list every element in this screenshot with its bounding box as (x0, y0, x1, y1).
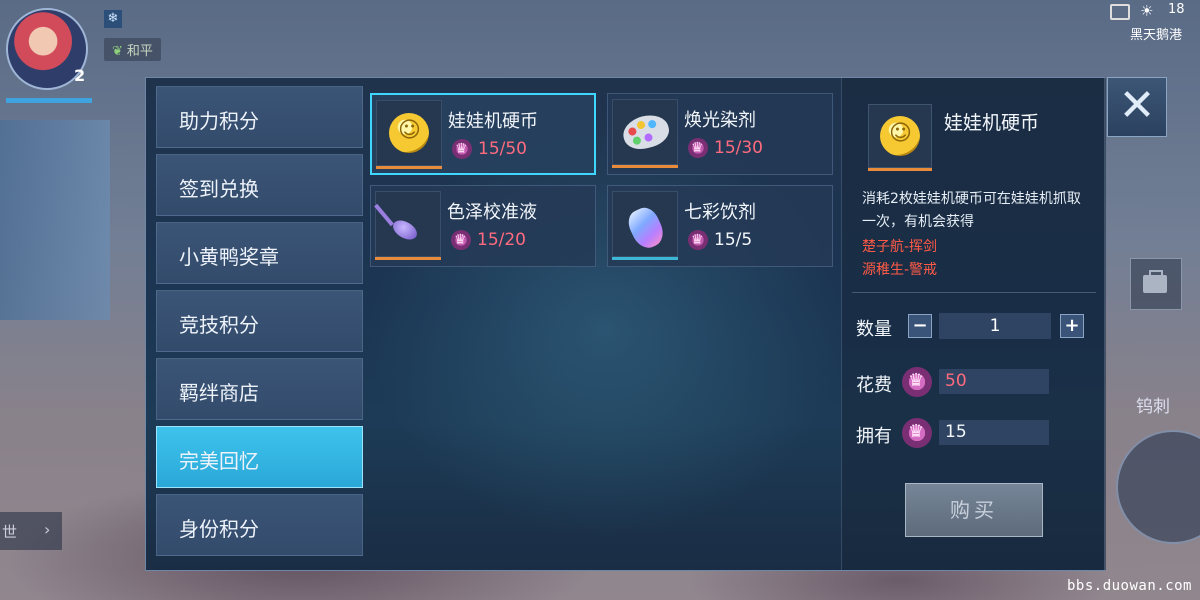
panel-glow (366, 118, 846, 538)
item-thumbnail (374, 191, 441, 257)
camera-icon[interactable] (1110, 4, 1130, 20)
reward-item: 源稚生-警戒 (862, 262, 938, 278)
item-price: 15/50 (478, 139, 527, 159)
shop-item-card[interactable]: 色泽校准液 15/20 (370, 185, 596, 267)
category-label: 竞技积分 (179, 313, 259, 337)
category-label: 完美回忆 (179, 449, 259, 473)
snowflake-icon: ❄ (104, 10, 122, 28)
cost-value: 50 (939, 369, 1049, 394)
item-name: 色泽校准液 (447, 202, 537, 223)
memory-currency-icon (688, 230, 708, 250)
category-label: 羁绊商店 (179, 381, 259, 405)
weather-sun-icon: ☀ (1140, 2, 1154, 20)
category-sidebar: 助力积分 签到兑换 小黄鸭奖章 竞技积分 羁绊商店 完美回忆 身份积分 (156, 86, 363, 562)
right-hud-label: 钨刺 (1136, 397, 1170, 417)
shop-panel: 助力积分 签到兑换 小黄鸭奖章 竞技积分 羁绊商店 完美回忆 身份积分 娃娃机硬… (145, 77, 1106, 571)
mode-badge: ❦ 和平 (104, 38, 161, 61)
detail-thumbnail (868, 104, 932, 168)
inventory-bag-button[interactable] (1130, 258, 1182, 310)
rarity-bar (376, 166, 442, 169)
rarity-bar (612, 165, 678, 168)
shop-item-card[interactable]: 焕光染剂 15/30 (607, 93, 833, 175)
quantity-minus-button[interactable]: − (908, 314, 932, 338)
item-price: 15/5 (714, 230, 753, 250)
rarity-bar (868, 168, 932, 171)
cost-label: 花费 (856, 375, 892, 396)
shop-item-card[interactable]: 七彩饮剂 15/5 (607, 185, 833, 267)
item-price: 15/30 (714, 138, 763, 158)
item-name: 焕光染剂 (684, 110, 756, 131)
watermark: bbs.duowan.com (1066, 578, 1192, 594)
category-label: 小黄鸭奖章 (179, 245, 279, 269)
own-label: 拥有 (856, 426, 892, 447)
rarity-bar (612, 257, 678, 260)
item-thumbnail (612, 99, 678, 165)
chevron-right-icon: › (44, 520, 51, 539)
chat-label: 世 (2, 523, 18, 541)
memory-currency-icon (902, 418, 932, 448)
quantity-plus-button[interactable]: + (1060, 314, 1084, 338)
memory-currency-icon (451, 230, 471, 250)
quantity-label: 数量 (856, 319, 892, 340)
coin-icon (880, 116, 920, 156)
category-item[interactable]: 签到兑换 (156, 154, 363, 216)
detail-description: 消耗2枚娃娃机硬币可在娃娃机抓取一次，有机会获得 (862, 191, 1081, 230)
ice-block (0, 120, 110, 320)
map-name: 黑天鹅港 (1129, 28, 1182, 43)
item-price: 15/20 (477, 230, 526, 250)
player-level: 2 (74, 66, 86, 85)
category-item-active[interactable]: 完美回忆 (156, 426, 363, 488)
category-item[interactable]: 羁绊商店 (156, 358, 363, 420)
bag-icon (1143, 275, 1167, 293)
category-label: 身份积分 (179, 517, 259, 541)
reward-item: 楚子航-挥剑 (862, 239, 938, 255)
time-text: 18 (1168, 2, 1185, 17)
memory-currency-icon (452, 139, 472, 159)
memory-currency-icon (688, 138, 708, 158)
health-bar (6, 98, 92, 103)
purple-vial-icon (389, 216, 421, 244)
rarity-bar (375, 257, 441, 260)
item-name: 娃娃机硬币 (448, 111, 538, 132)
memory-currency-icon (902, 367, 932, 397)
world-chat-button[interactable]: 世 › (0, 512, 62, 550)
shop-item-card[interactable]: 娃娃机硬币 15/50 (370, 93, 596, 175)
item-thumbnail (612, 191, 678, 257)
category-label: 签到兑换 (179, 177, 259, 201)
mode-badge-label: 和平 (126, 44, 153, 59)
quantity-input[interactable]: 1 (939, 313, 1051, 339)
category-label: 助力积分 (179, 109, 259, 133)
status-icons: ☀ 18 (1110, 2, 1190, 20)
item-detail-panel: 娃娃机硬币 消耗2枚娃娃机硬币可在娃娃机抓取一次，有机会获得 楚子航-挥剑 源稚… (841, 78, 1106, 570)
category-item[interactable]: 竞技积分 (156, 290, 363, 352)
item-name: 七彩饮剂 (684, 202, 756, 223)
category-item[interactable]: 助力积分 (156, 86, 363, 148)
item-thumbnail (376, 100, 442, 166)
coin-icon (389, 113, 429, 153)
divider (852, 292, 1096, 293)
category-item[interactable]: 身份积分 (156, 494, 363, 556)
close-button[interactable]: ✕ (1107, 77, 1167, 137)
category-item[interactable]: 小黄鸭奖章 (156, 222, 363, 284)
vial-neck (374, 203, 394, 227)
detail-title: 娃娃机硬币 (944, 112, 1040, 134)
rainbow-potion-icon (623, 203, 669, 253)
palette-icon (619, 110, 673, 154)
leaf-icon: ❦ (112, 44, 123, 59)
buy-button[interactable]: 购买 (905, 483, 1043, 537)
own-value: 15 (939, 420, 1049, 445)
